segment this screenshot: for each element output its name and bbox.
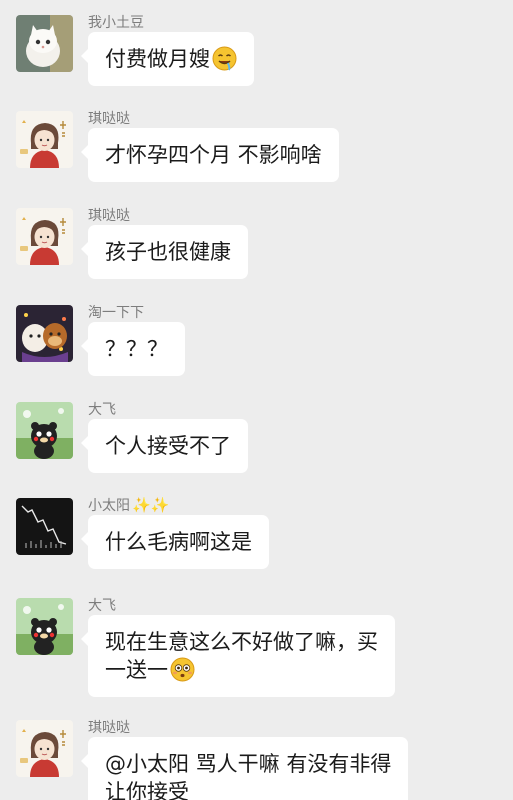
message-text-line: 现在生意这么不好做了嘛，买 bbox=[105, 630, 378, 654]
cartoon-characters-avatar[interactable] bbox=[16, 305, 73, 362]
message-bubble[interactable]: 才怀孕四个月 不影响啥 bbox=[81, 128, 339, 182]
message-text: 才怀孕四个月 不影响啥 bbox=[105, 143, 322, 167]
kumamon-bear-avatar[interactable] bbox=[16, 598, 73, 655]
message-bubble[interactable]: 个人接受不了 bbox=[81, 419, 248, 473]
sender-name: 琪哒哒 bbox=[88, 208, 130, 224]
message-bubble[interactable]: ？？？ bbox=[81, 322, 185, 376]
sender-name: 小太阳 ✨✨ bbox=[88, 496, 170, 514]
message-bubble[interactable]: 孩子也很健康 bbox=[81, 225, 248, 279]
message-bubble[interactable]: @小太阳 骂人干嘛 有没有非得 让你接受 bbox=[80, 737, 409, 800]
dark-chart-avatar[interactable] bbox=[16, 498, 73, 555]
cartoon-girl-avatar[interactable] bbox=[16, 720, 73, 777]
sender-name: 大飞 bbox=[88, 598, 116, 614]
message-bubble[interactable]: 现在生意这么不好做了嘛，买 一送一 bbox=[81, 615, 395, 697]
chat-log: 我小土豆 付费做月嫂 琪哒哒 才怀孕四个月 不影响啥 琪哒哒 孩子也很健康 淘一… bbox=[0, 0, 513, 800]
white-cat-avatar[interactable] bbox=[16, 15, 73, 72]
sender-name: 我小土豆 bbox=[88, 15, 144, 31]
flushed-face-icon bbox=[170, 657, 195, 682]
message-text-line: 一送一 bbox=[105, 656, 378, 684]
sender-name: 琪哒哒 bbox=[88, 720, 130, 736]
message-text: 孩子也很健康 bbox=[105, 240, 231, 264]
message-text: 什么毛病啊这是 bbox=[105, 530, 252, 554]
drooling-face-icon bbox=[212, 46, 237, 71]
sender-name: 大飞 bbox=[88, 402, 116, 418]
message-text: 付费做月嫂 bbox=[105, 47, 210, 71]
sender-name: 琪哒哒 bbox=[88, 111, 130, 127]
cartoon-girl-avatar[interactable] bbox=[16, 208, 73, 265]
message-text: 个人接受不了 bbox=[105, 434, 231, 458]
cartoon-girl-avatar[interactable] bbox=[16, 111, 73, 168]
message-text-line: 让你接受 bbox=[105, 780, 189, 800]
message-bubble[interactable]: 什么毛病啊这是 bbox=[81, 515, 269, 569]
sender-name: 淘一下下 bbox=[88, 305, 144, 321]
kumamon-bear-avatar[interactable] bbox=[16, 402, 73, 459]
sparkle-icon: ✨✨ bbox=[132, 496, 170, 514]
message-text-line: @小太阳 骂人干嘛 有没有非得 bbox=[105, 752, 392, 776]
message-text: ？？？ bbox=[105, 337, 168, 361]
message-bubble[interactable]: 付费做月嫂 bbox=[81, 32, 254, 86]
